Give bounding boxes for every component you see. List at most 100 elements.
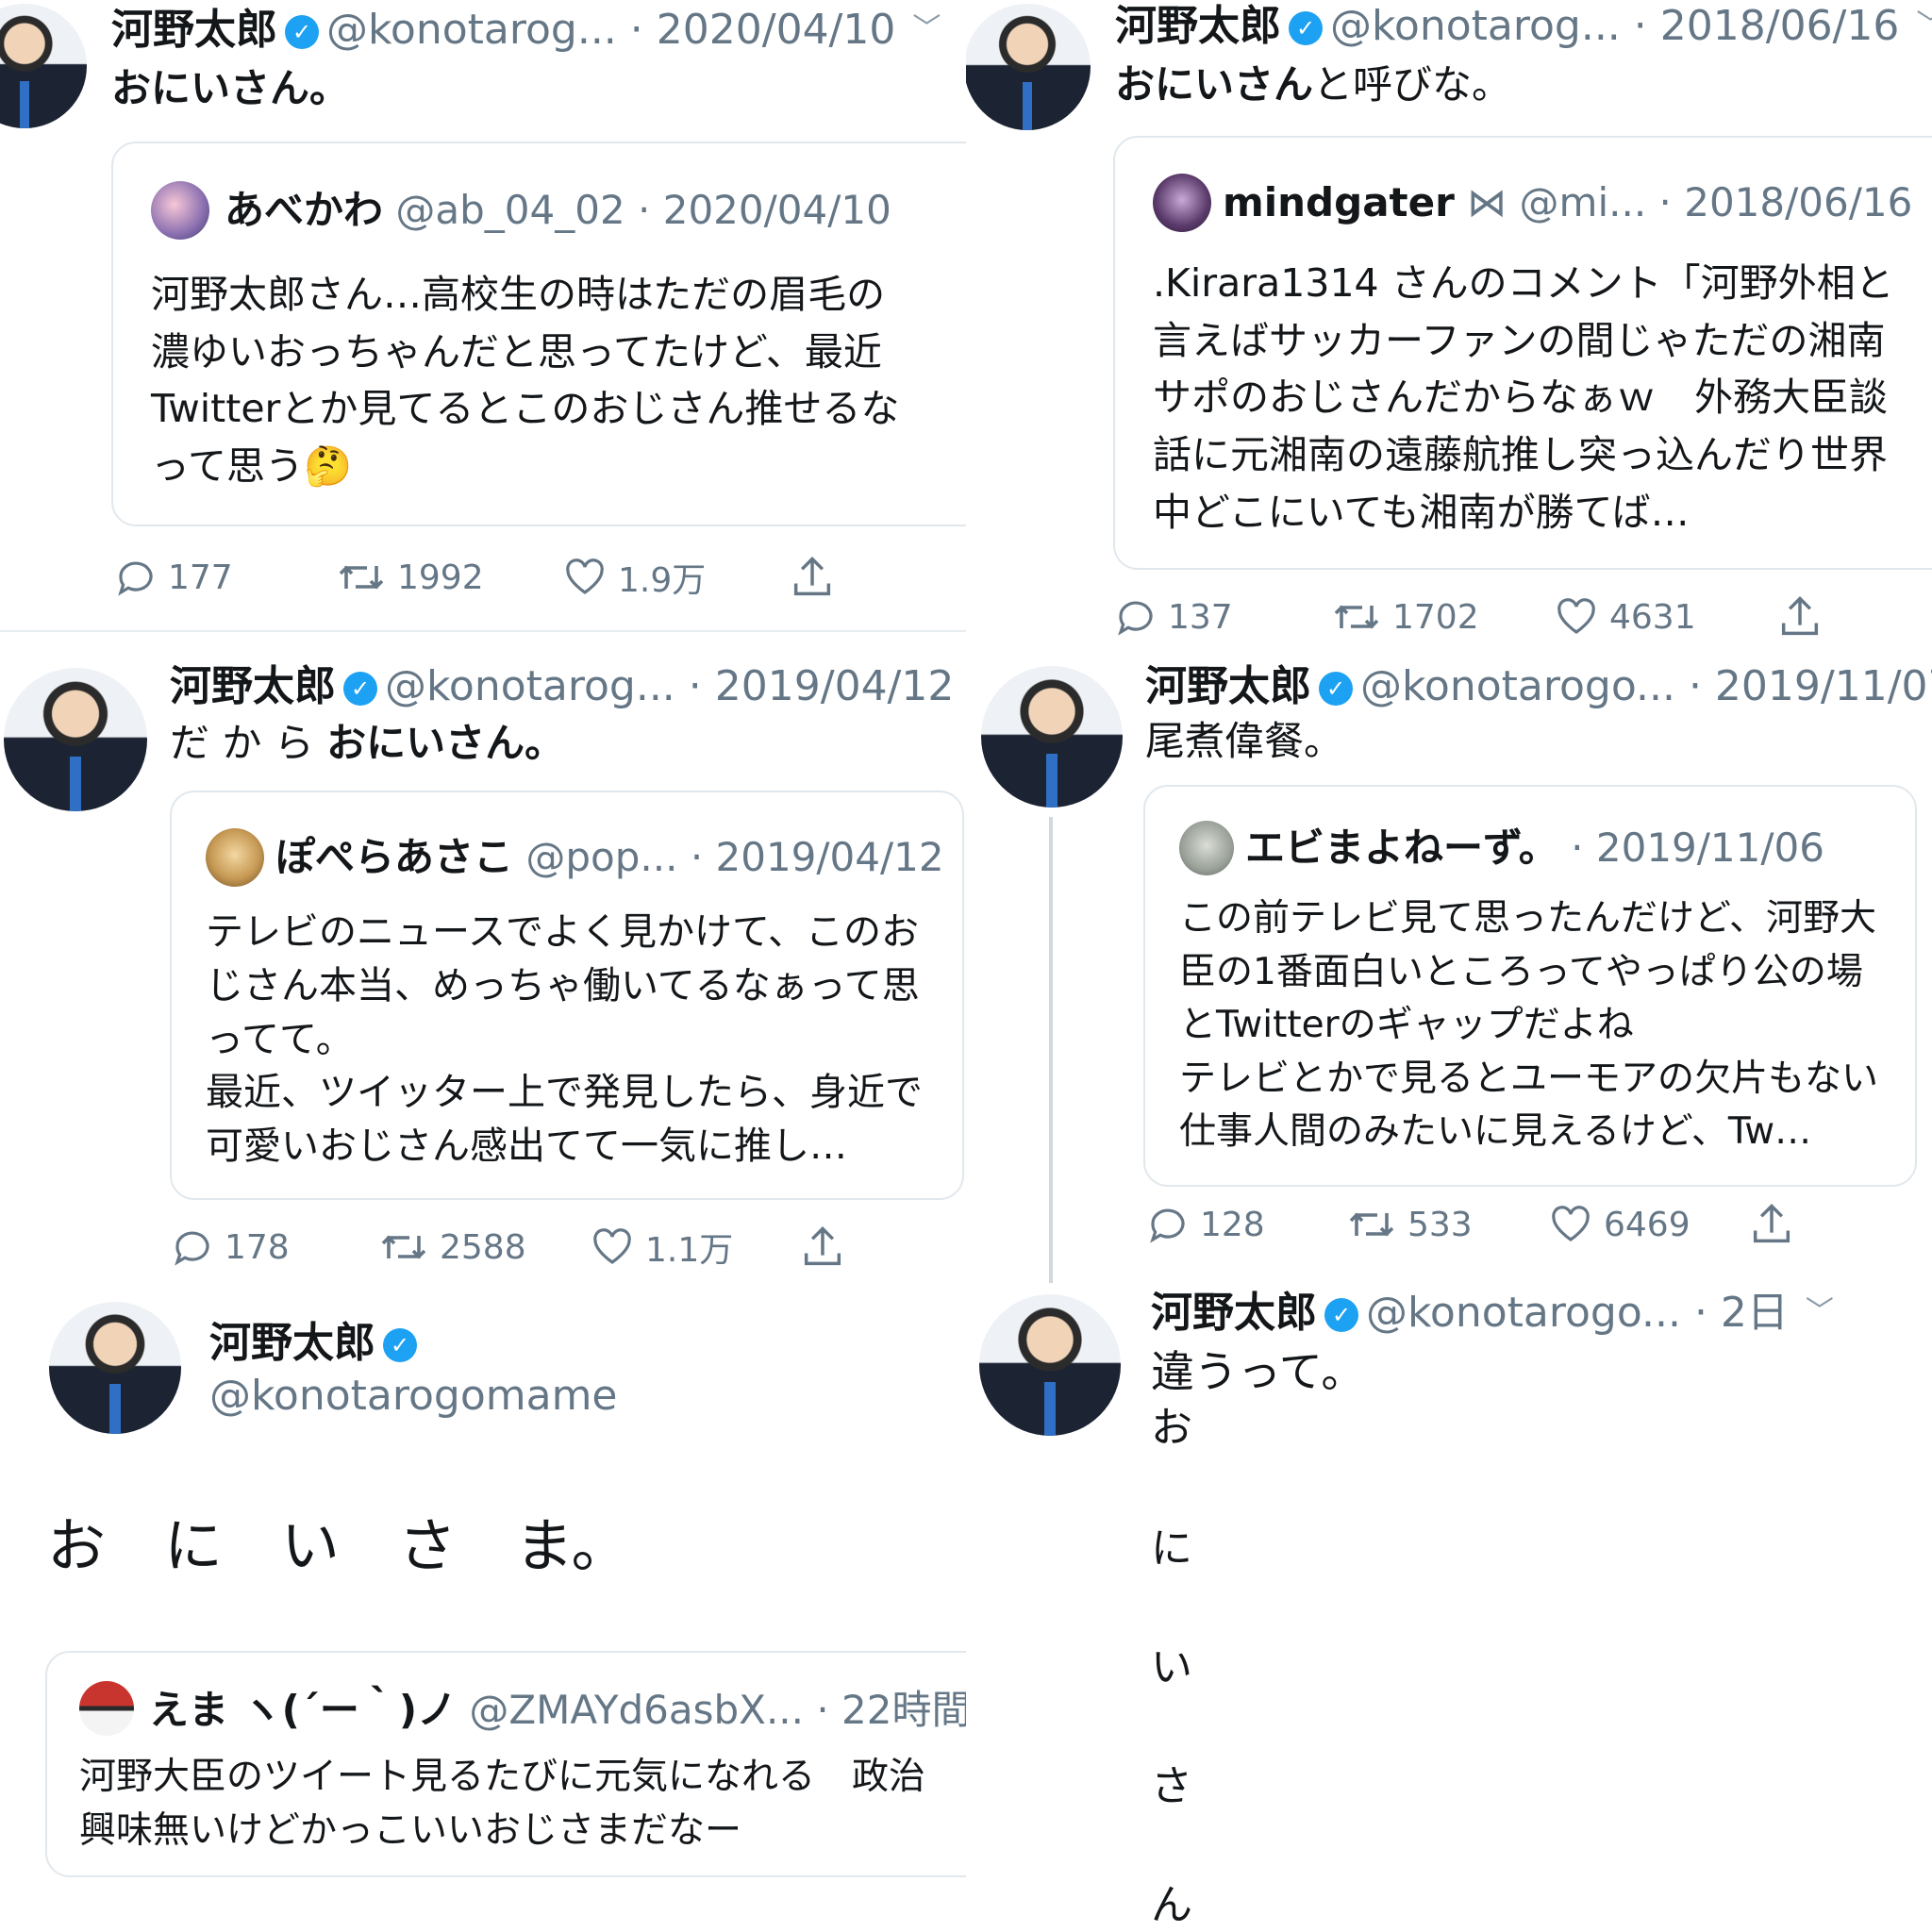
quoted-name-suffix: ⋈	[1467, 179, 1507, 225]
like-button[interactable]: 4631	[1553, 594, 1775, 640]
tweet-date[interactable]: · 2018/06/16	[1634, 2, 1900, 50]
quoted-author-handle: @ab_04_02	[395, 187, 625, 233]
author-handle[interactable]: @konotarogo...	[1366, 1289, 1681, 1337]
avatar[interactable]	[966, 4, 1091, 130]
quoted-avatar	[206, 828, 264, 887]
reply-button[interactable]: 128	[1145, 1202, 1345, 1247]
author-name[interactable]: 河野太郎	[1115, 2, 1281, 50]
author-handle[interactable]: @konotarog...	[326, 6, 617, 54]
share-icon	[804, 1226, 841, 1266]
chevron-down-icon[interactable]: ﹀	[912, 12, 941, 45]
tweet-text: 尾煮偉餐。	[1145, 718, 1344, 764]
share-button[interactable]	[1747, 1200, 1806, 1249]
quote-header: ぽぺらあさこ @pop... · 2019/04/12	[275, 838, 944, 877]
quote-tweet[interactable]: えま ヽ(´ー｀)ノ @ZMAYd6asbX... · 22時間 河野大臣のツイ…	[45, 1651, 966, 1877]
avatar[interactable]	[979, 1294, 1121, 1436]
tweet-text: おにいさんと呼びな。	[1115, 60, 1511, 110]
divider	[0, 630, 966, 632]
tweet-header: 河野太郎 ✓ @konotarogo... · 2日 ﹀	[1151, 1292, 1834, 1334]
tweet-header: 河野太郎✓@konotarog... · 2018/06/16﹀	[1115, 6, 1932, 47]
author-name[interactable]: 河野太郎	[1151, 1289, 1317, 1337]
reply-icon	[1150, 1208, 1185, 1243]
retweet-button[interactable]: 1702	[1330, 594, 1553, 640]
tweet-date[interactable]: · 2日	[1694, 1289, 1789, 1337]
verified-badge-icon: ✓	[1289, 11, 1323, 45]
chevron-down-icon[interactable]: ﹀	[1916, 8, 1932, 42]
quoted-author-handle: @ZMAYd6asbX...	[469, 1687, 804, 1733]
quote-tweet[interactable]: mindgater ⋈ @mi... · 2018/06/16 .Kirara1…	[1113, 136, 1932, 570]
retweet-button[interactable]: 1992	[335, 555, 561, 600]
verified-badge-icon: ✓	[343, 672, 377, 706]
tweet-header: 河野太郎✓@konotarog... · 2019/04/12﹀	[170, 666, 966, 708]
quoted-author-handle: @pop...	[525, 834, 678, 880]
quoted-text: 河野太郎さん…高校生の時はただの眉毛の濃ゆいおっちゃんだと思ってたけど、最近Tw…	[151, 272, 900, 490]
quoted-author-name: あべかわ	[225, 187, 384, 233]
quoted-avatar	[79, 1681, 134, 1736]
author-handle[interactable]: @konotarogomame	[209, 1375, 618, 1417]
retweet-count: 533	[1407, 1205, 1473, 1244]
share-button[interactable]	[1775, 592, 1834, 641]
tweet-3[interactable]: 河野太郎✓@konotarog... · 2019/04/12﹀ だ か ら お…	[0, 634, 966, 1294]
like-count: 1.9万	[618, 561, 707, 600]
author-name[interactable]: 河野太郎	[111, 6, 277, 54]
avatar[interactable]	[0, 4, 87, 128]
retweet-button[interactable]: 2588	[377, 1224, 589, 1270]
tweet-4[interactable]: 河野太郎✓@konotarogo... · 2019/11/07﹀ 尾煮偉餐。 …	[966, 651, 1932, 1264]
quoted-text: この前テレビ見て思ったんだけど、河野大臣の1番面白いところってやっぱり公の場とT…	[1179, 897, 1879, 1154]
verified-badge-icon: ✓	[1319, 672, 1353, 706]
quoted-author-handle: @mi...	[1519, 179, 1647, 225]
quoted-text: 河野大臣のツイート見るたびに元気になれる 政治興味無いけどかっこいいおじさまだな…	[79, 1756, 926, 1852]
quote-header: あべかわ @ab_04_02 · 2020/04/10	[225, 191, 891, 230]
like-button[interactable]: 1.1万	[589, 1223, 798, 1272]
retweet-count: 1702	[1392, 597, 1479, 637]
quote-tweet[interactable]: ぽぺらあさこ @pop... · 2019/04/12 テレビのニュースでよく見…	[170, 791, 964, 1200]
reply-button[interactable]: 177	[113, 555, 335, 600]
verified-badge-icon: ✓	[285, 15, 319, 49]
author-handle[interactable]: @konotarog...	[385, 662, 675, 710]
tweet-text-bold: おにいさん	[1115, 61, 1314, 108]
tweet-text: お に い さ ま。	[47, 1511, 630, 1580]
avatar[interactable]	[49, 1302, 181, 1434]
avatar[interactable]	[4, 668, 147, 811]
tweet-2[interactable]: 河野太郎✓@konotarog... · 2018/06/16﹀ おにいさんと呼…	[966, 0, 1932, 660]
retweet-icon	[339, 565, 384, 590]
author-name[interactable]: 河野太郎	[170, 662, 336, 710]
share-icon	[1753, 1204, 1790, 1243]
author-name[interactable]: 河野太郎	[209, 1319, 375, 1367]
quoted-author-name: mindgater	[1223, 179, 1455, 225]
tweet-header: 河野太郎 ✓	[209, 1323, 425, 1364]
quoted-text: .Kirara1314 さんのコメント「河野外相と言えばサッカーファンの間じゃた…	[1153, 260, 1894, 535]
share-icon	[793, 557, 831, 596]
quote-header: えま ヽ(´ー｀)ノ @ZMAYd6asbX... · 22時間	[149, 1690, 966, 1730]
share-icon	[1781, 596, 1819, 636]
tweet-text: おにいさん。	[111, 65, 350, 111]
quoted-date: · 2019/11/06	[1571, 824, 1824, 871]
share-button[interactable]	[798, 1223, 857, 1272]
share-button[interactable]	[788, 553, 846, 602]
tweet-date[interactable]: · 2019/11/07	[1689, 662, 1932, 710]
chevron-down-icon[interactable]: ﹀	[1806, 1295, 1834, 1328]
avatar[interactable]	[981, 666, 1123, 808]
author-handle[interactable]: @konotarog...	[1330, 2, 1621, 50]
like-count: 4631	[1609, 597, 1696, 637]
like-button[interactable]: 6469	[1547, 1202, 1747, 1247]
reply-button[interactable]: 178	[170, 1224, 377, 1270]
author-handle[interactable]: @konotarogo...	[1360, 662, 1675, 710]
author-name[interactable]: 河野太郎	[1145, 662, 1311, 710]
tweet-6[interactable]: 河野太郎 ✓ @konotarogo... · 2日 ﹀ 違うって。 お に い さ …	[966, 1274, 1932, 1932]
retweet-count: 2588	[440, 1227, 526, 1267]
reply-count: 128	[1200, 1205, 1265, 1244]
tweet-date[interactable]: · 2019/04/12	[689, 662, 955, 710]
tweet-text-rest: と呼びな。	[1313, 61, 1512, 108]
tweet-header: 河野太郎 ✓ @konotarog... · 2020/04/10 ﹀	[111, 9, 941, 51]
quote-tweet[interactable]: あべかわ @ab_04_02 · 2020/04/10 河野太郎さん…高校生の時…	[111, 142, 966, 526]
tweet-5[interactable]: 河野太郎 ✓ @konotarogomame お に い さ ま。 えま ヽ(´ー…	[0, 1294, 966, 1932]
tweet-text-rest: だ か ら	[170, 720, 327, 766]
quote-tweet[interactable]: エビまよねーず。 · 2019/11/06 この前テレビ見て思ったんだけど、河野…	[1143, 785, 1917, 1187]
like-button[interactable]: 1.9万	[561, 553, 788, 602]
retweet-button[interactable]: 533	[1345, 1202, 1547, 1247]
tweet-1[interactable]: 河野太郎 ✓ @konotarog... · 2020/04/10 ﹀ おにいさん。 …	[0, 0, 966, 630]
reply-button[interactable]: 137	[1113, 594, 1330, 640]
tweet-date[interactable]: · 2020/04/10	[630, 6, 896, 54]
like-icon	[593, 1228, 631, 1264]
